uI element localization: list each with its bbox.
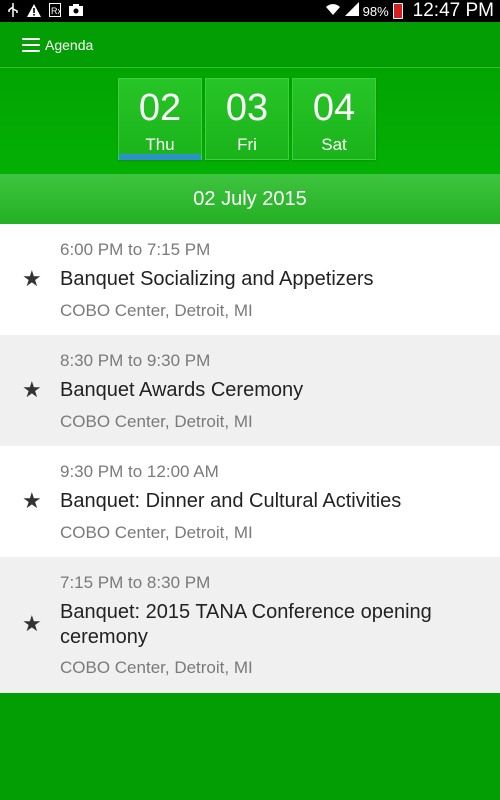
usb-icon [6,3,20,17]
event-row[interactable]: 6:00 PM to 7:15 PM ★ Banquet Socializing… [0,224,500,335]
day-weekday: Fri [237,135,257,154]
event-row[interactable]: 8:30 PM to 9:30 PM ★ Banquet Awards Cere… [0,335,500,446]
event-time: 7:15 PM to 8:30 PM [60,573,211,592]
status-bar: Rx 98% 12:47 PM [0,0,500,22]
day-selector: 02 Thu 03 Fri 04 Sat [0,68,500,174]
rx-icon: Rx [48,3,62,17]
event-location: COBO Center, Detroit, MI [60,523,253,542]
day-weekday: Sat [321,135,347,154]
event-location: COBO Center, Detroit, MI [60,412,253,431]
event-row[interactable]: 9:30 PM to 12:00 AM ★ Banquet: Dinner an… [0,446,500,557]
event-time: 6:00 PM to 7:15 PM [60,240,211,259]
signal-icon [344,1,359,21]
event-time: 9:30 PM to 12:00 AM [60,462,219,481]
event-title: Banquet Socializing and Appetizers [60,268,374,290]
day-weekday: Thu [145,135,175,154]
event-title: Banquet: 2015 TANA Conference opening ce… [60,601,432,648]
favorite-star-icon[interactable]: ★ [22,379,42,401]
photo-icon [69,3,83,17]
event-location: COBO Center, Detroit, MI [60,301,253,320]
day-tile-thu[interactable]: 02 Thu [118,78,202,160]
favorite-star-icon[interactable]: ★ [22,268,42,290]
day-number: 02 [138,87,182,129]
event-row[interactable]: 7:15 PM to 8:30 PM ★ Banquet: 2015 TANA … [0,557,500,693]
svg-text:Rx: Rx [51,6,61,16]
day-number: 03 [225,87,269,129]
selected-date-header: 02 July 2015 [0,174,500,224]
battery-percent: 98% [362,3,389,19]
hamburger-menu-icon [22,37,40,52]
event-title: Banquet Awards Ceremony [60,379,304,401]
day-tile-fri[interactable]: 03 Fri [205,78,289,160]
event-list: 6:00 PM to 7:15 PM ★ Banquet Socializing… [0,224,500,693]
battery-icon [392,3,403,19]
day-tile-sat[interactable]: 04 Sat [292,78,376,160]
event-location: COBO Center, Detroit, MI [60,658,253,677]
drawer-toggle-button[interactable]: Agenda [22,37,93,53]
event-title: Banquet: Dinner and Cultural Activities [60,490,402,512]
event-time: 8:30 PM to 9:30 PM [60,351,211,370]
app-bar: Agenda [0,22,500,68]
status-clock: 12:47 PM [412,0,494,21]
day-number: 04 [312,87,356,129]
warning-icon [27,3,41,17]
empty-background [0,693,500,800]
wifi-icon [325,2,341,21]
app-title: Agenda [45,36,94,53]
favorite-star-icon[interactable]: ★ [22,613,42,635]
favorite-star-icon[interactable]: ★ [22,490,42,512]
selected-day-indicator [119,154,201,160]
